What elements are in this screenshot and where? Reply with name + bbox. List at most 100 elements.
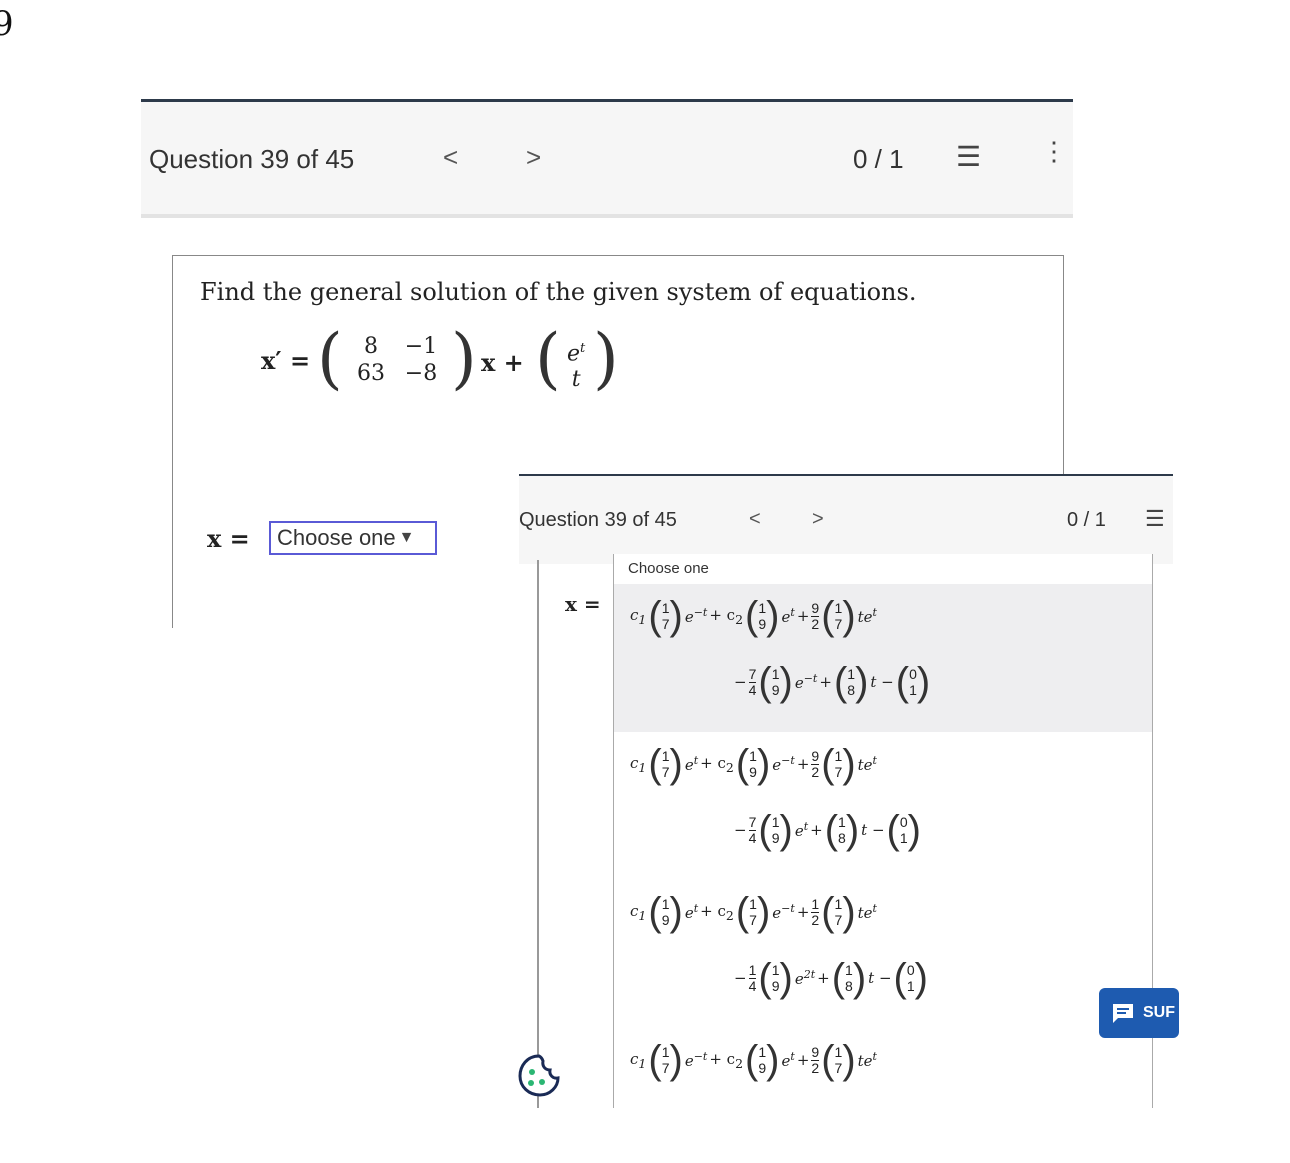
column-vector: (1 7) xyxy=(736,892,770,932)
dropdown-option[interactable]: c1(1 9) et + c2(1 7) e−t +1 2(1 7) tet −1 4(1 9) e2t +… xyxy=(614,880,1152,1028)
vector-entry: 7 xyxy=(834,616,843,632)
kebab-menu-icon[interactable]: ⋮ xyxy=(1041,138,1067,164)
column-vector: (0 1) xyxy=(887,810,921,850)
close-paren: ) xyxy=(842,1038,856,1082)
vector-entry: 9 xyxy=(749,764,757,780)
exponent: t xyxy=(872,606,877,619)
dropdown-option[interactable]: c1(1 7) e−t + c2(1 9) et +9 2(1 7) tet −7 4(1 9) e−t +… xyxy=(614,584,1152,732)
vector-entries: 19 xyxy=(772,962,780,994)
cookie-icon[interactable] xyxy=(517,1052,561,1098)
vector-close-paren: ) xyxy=(593,320,619,397)
close-paren: ) xyxy=(669,890,683,934)
close-paren: ) xyxy=(779,808,793,852)
support-button[interactable]: SUF xyxy=(1099,988,1179,1038)
denominator: 4 xyxy=(748,829,757,846)
column-vector: (1 9) xyxy=(758,810,792,850)
exponent: t xyxy=(872,1050,877,1063)
vector-entry: 9 xyxy=(771,978,780,994)
open-paren: ( xyxy=(735,890,750,934)
vector-entry: 7 xyxy=(749,912,757,928)
option-line-1: c1(1 9) et + c2(1 7) e−t +1 2(1 7) tet xyxy=(630,892,877,932)
exponential: et xyxy=(794,820,809,840)
close-paren: ) xyxy=(852,956,867,1000)
close-paren: ) xyxy=(842,890,856,934)
subscript: 1 xyxy=(638,611,647,627)
exponent: t xyxy=(693,754,699,767)
exponential: tet xyxy=(857,754,877,774)
column-vector: (1 8) xyxy=(834,662,868,702)
column-vector: (1 9) xyxy=(648,892,682,932)
numerator: 9 xyxy=(811,747,820,764)
vector-entry: 9 xyxy=(758,616,767,632)
open-paren: ( xyxy=(648,742,662,786)
vector-entry: 7 xyxy=(661,616,670,632)
exponential: et xyxy=(781,606,795,626)
exponent: t xyxy=(790,1050,795,1063)
exponential: e−t xyxy=(772,902,795,922)
close-paren: ) xyxy=(756,742,771,786)
denominator: 2 xyxy=(811,911,820,928)
dropdown-option[interactable]: c1(1 7) e−t + c2(1 9) et +9 2(1 7) tet xyxy=(614,1028,1152,1108)
close-paren: ) xyxy=(842,742,856,786)
math-text: t − xyxy=(861,821,885,839)
next-question-button[interactable]: > xyxy=(526,142,541,173)
coefficient-matrix: 8 −1 63 −8 xyxy=(345,334,445,386)
matrix-cell: 63 xyxy=(357,361,385,386)
exponential: e−t xyxy=(794,672,818,692)
open-paren: ( xyxy=(824,808,839,852)
vector-entry: t xyxy=(571,367,581,393)
close-paren: ) xyxy=(916,660,931,704)
vector-entry: 1 xyxy=(771,814,780,830)
plus-sign: + xyxy=(796,1051,810,1069)
answer-select[interactable]: Choose one ▼ xyxy=(269,521,437,555)
chat-icon xyxy=(1113,1004,1133,1023)
vector-entries: 18 xyxy=(838,814,846,846)
score-display: 0 / 1 xyxy=(853,144,904,174)
column-vector: (1 9) xyxy=(758,662,792,702)
denominator: 2 xyxy=(811,1059,820,1076)
coef-c1: c1 xyxy=(630,605,647,627)
numerator: 1 xyxy=(748,961,757,978)
matrix-cell: 8 xyxy=(364,334,378,359)
next-question-button[interactable]: > xyxy=(812,508,824,531)
minus-sign: − xyxy=(734,673,747,691)
vector-entry: 1 xyxy=(661,1044,670,1060)
open-paren: ( xyxy=(758,808,772,852)
math-text: t − xyxy=(868,969,892,987)
vector-entry: 7 xyxy=(834,912,843,928)
vector-entry: 1 xyxy=(834,896,843,912)
vector-entry: 9 xyxy=(758,1060,767,1076)
open-paren: ( xyxy=(821,594,835,638)
select-value: Choose one xyxy=(277,525,396,550)
column-vector: (1 7) xyxy=(821,892,855,932)
exponential: et xyxy=(684,754,699,774)
minus-sign: − xyxy=(734,969,747,987)
vector-entries: 17 xyxy=(662,600,670,632)
subscript: 2 xyxy=(725,759,734,775)
plus-sign: + xyxy=(796,755,810,773)
vector-entry: 1 xyxy=(838,814,846,830)
prev-question-button[interactable]: < xyxy=(749,508,761,531)
close-paren: ) xyxy=(779,956,793,1000)
list-icon[interactable]: ☰ xyxy=(1145,506,1165,532)
numerator: 7 xyxy=(748,665,757,682)
vector-entries: 17 xyxy=(835,1044,843,1076)
dropdown-option[interactable]: c1(1 7) et + c2(1 9) e−t +9 2(1 7) tet −7 4(1 9) et +(… xyxy=(614,732,1152,880)
list-icon[interactable]: ☰ xyxy=(956,140,981,173)
forcing-vector: et t xyxy=(567,336,585,393)
coef-c1: c1 xyxy=(630,901,647,923)
scroll-divider xyxy=(537,560,539,1108)
vector-entry: 7 xyxy=(834,764,843,780)
vector-open-paren: ( xyxy=(535,320,561,397)
subscript: 2 xyxy=(735,611,744,627)
exponent: t xyxy=(693,902,699,915)
exponent: −t xyxy=(693,606,708,619)
column-vector: (1 7) xyxy=(648,744,682,784)
prev-question-button[interactable]: < xyxy=(443,142,458,173)
open-paren: ( xyxy=(758,660,772,704)
dropdown-header[interactable]: Choose one xyxy=(628,560,709,577)
vector-entry: 8 xyxy=(847,682,856,698)
column-vector: (1 8) xyxy=(825,810,859,850)
plus-sign: + xyxy=(796,607,810,625)
denominator: 4 xyxy=(748,977,757,994)
